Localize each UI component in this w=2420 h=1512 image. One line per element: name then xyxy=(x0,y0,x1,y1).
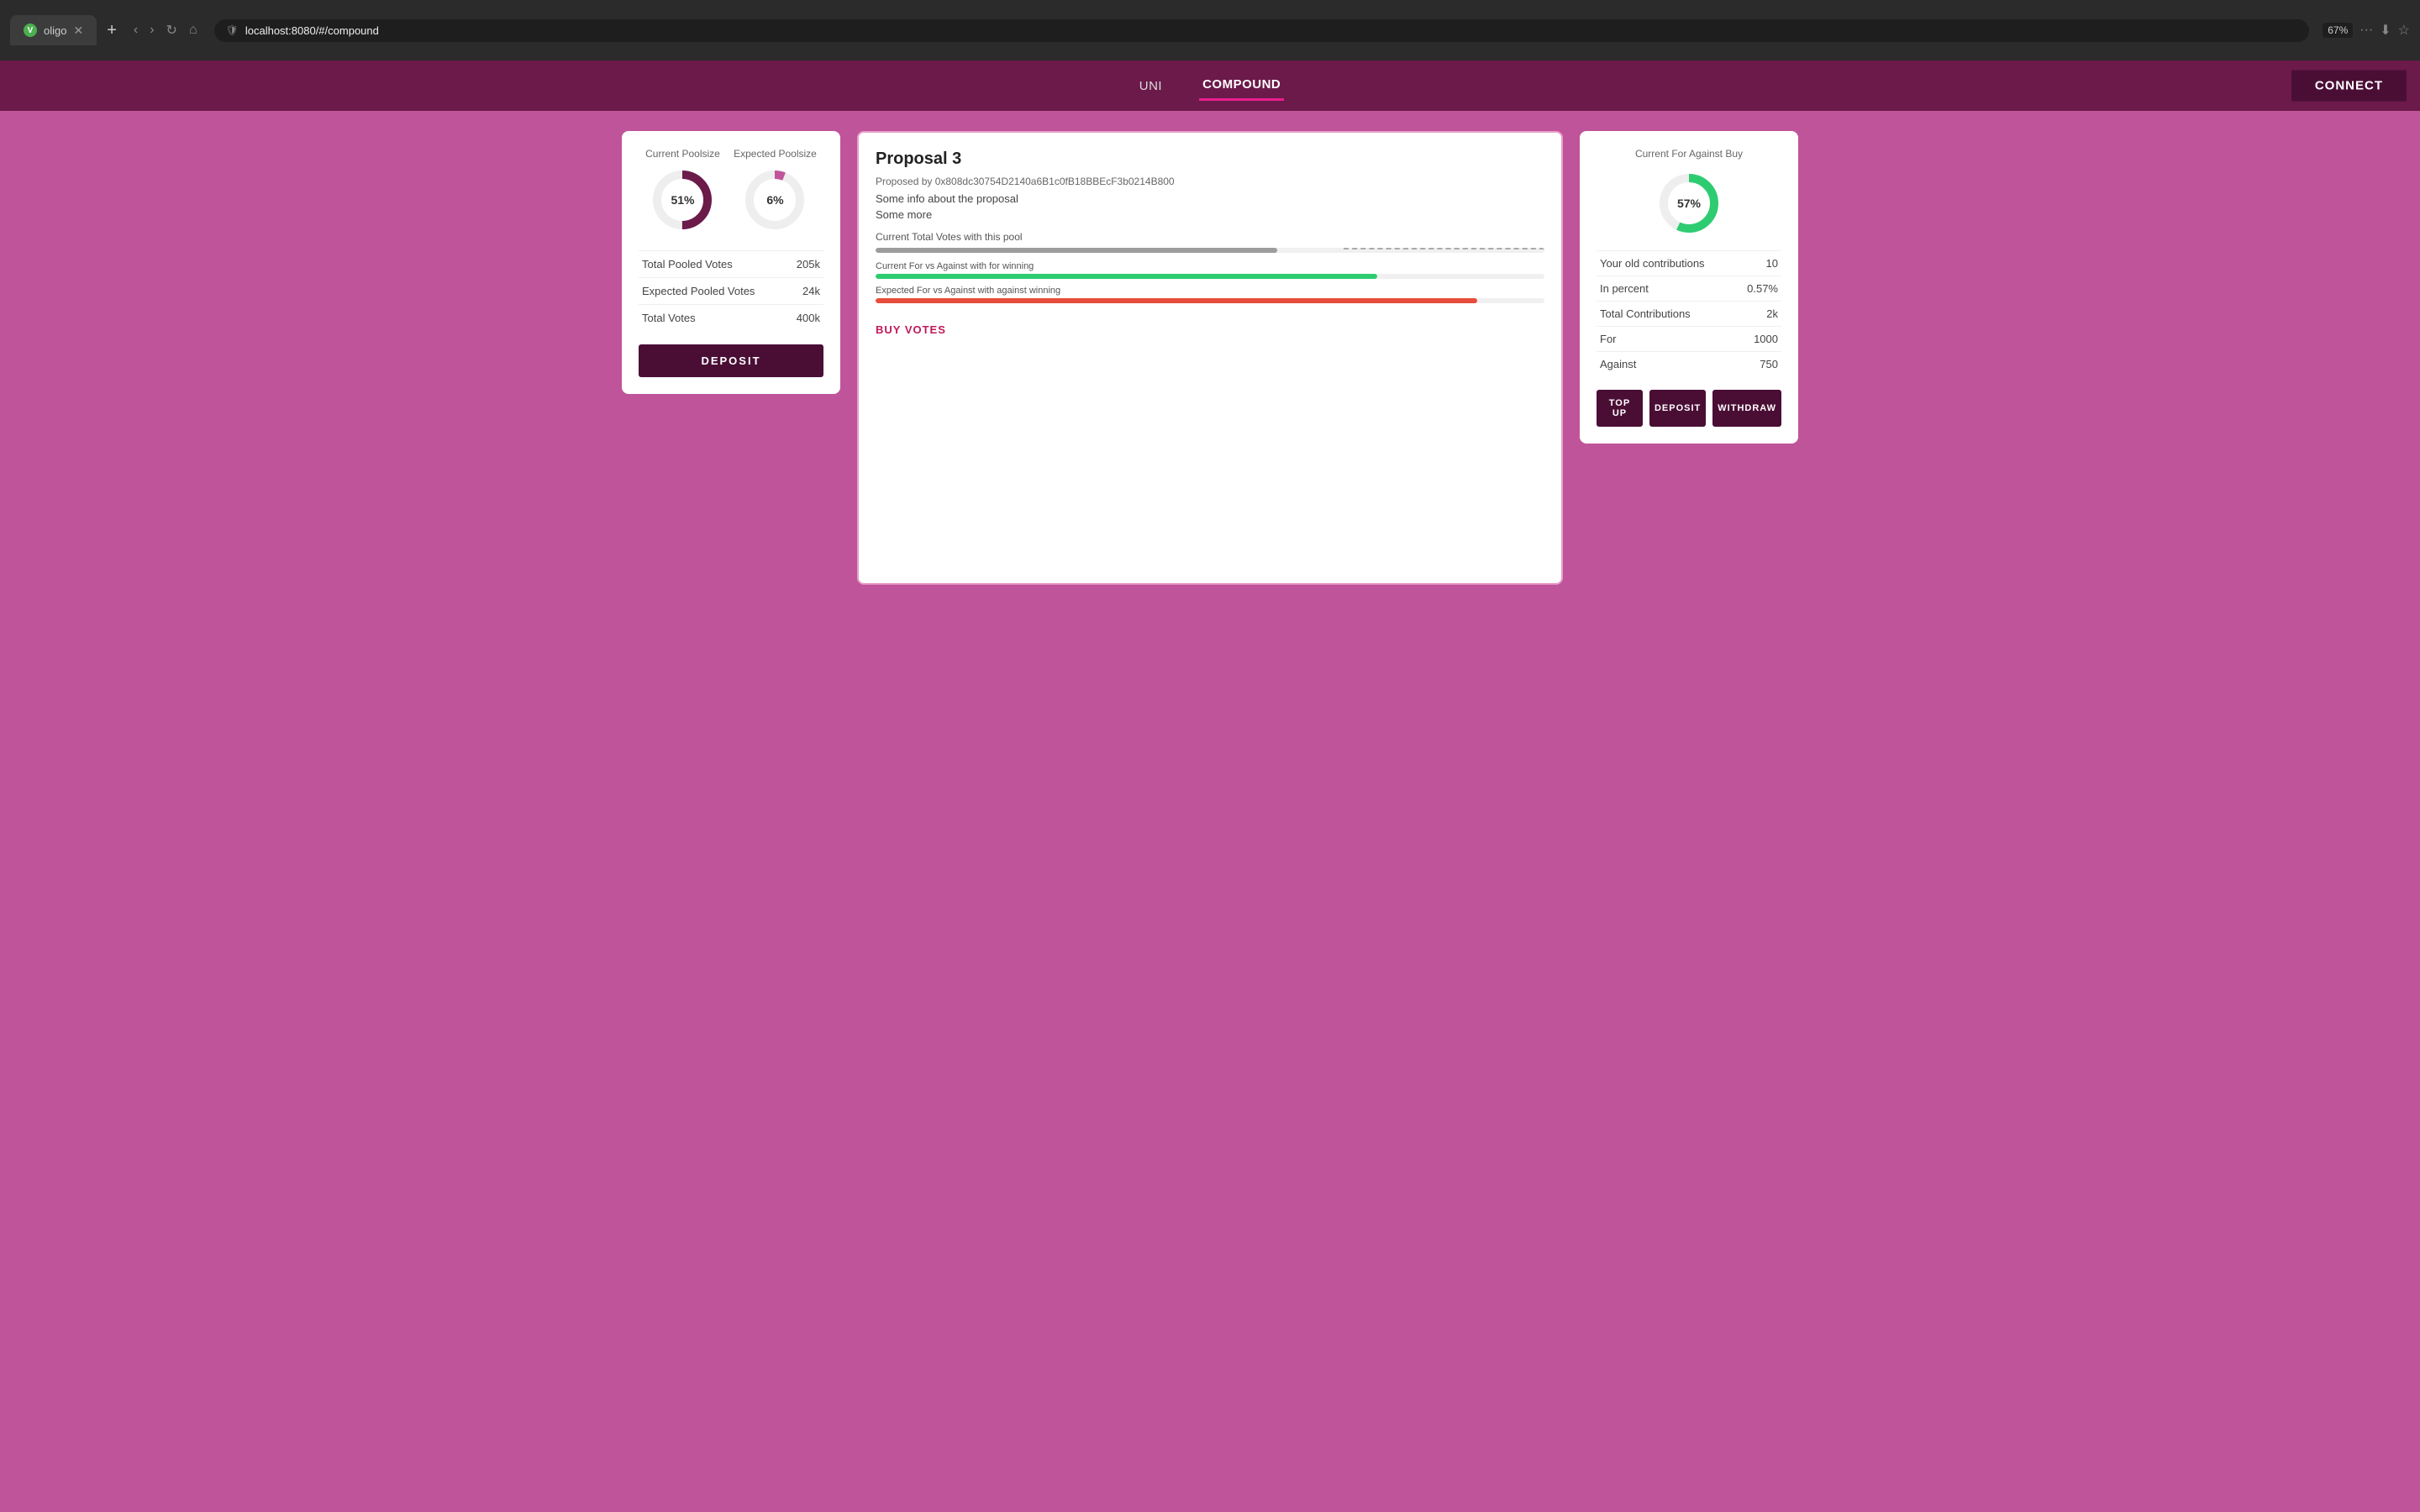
table-row: Total Votes 400k xyxy=(639,305,823,332)
table-row: Total Pooled Votes 205k xyxy=(639,251,823,278)
forward-button[interactable]: › xyxy=(146,19,157,41)
right-donut-chart: 57% xyxy=(1655,170,1723,237)
stat-label: Total Votes xyxy=(639,305,786,332)
proposal-address: Proposed by 0x808dc30754D2140a6B1c0fB18B… xyxy=(876,176,1544,187)
left-stats-table: Total Pooled Votes 205k Expected Pooled … xyxy=(639,250,823,331)
stat-value: 205k xyxy=(786,251,823,278)
pocket-icon[interactable]: ⬇ xyxy=(2380,22,2391,39)
browser-tools: 67% ··· ⬇ ☆ xyxy=(2323,22,2410,39)
stat-label: Against xyxy=(1597,352,1734,377)
right-deposit-button[interactable]: DEPOSIT xyxy=(1649,390,1706,427)
donut2-value: 6% xyxy=(766,193,783,207)
table-row: Against 750 xyxy=(1597,352,1781,377)
nav-links: UNI COMPOUND xyxy=(1136,71,1285,101)
table-row: For 1000 xyxy=(1597,327,1781,352)
back-button[interactable]: ‹ xyxy=(130,19,141,41)
zoom-level: 67% xyxy=(2323,23,2353,38)
action-buttons: TOP UP DEPOSIT WITHDRAW xyxy=(1597,390,1781,427)
app-navigation: UNI COMPOUND CONNECT xyxy=(0,60,2420,111)
main-content: Current Poolsize 51% Expected Poolsize xyxy=(605,111,1815,605)
stat-value: 24k xyxy=(786,278,823,305)
right-donut-container: 57% xyxy=(1597,170,1781,237)
against-winning-fill xyxy=(876,298,1477,303)
for-winning-track xyxy=(876,274,1544,279)
connect-button[interactable]: CONNECT xyxy=(2291,71,2407,102)
table-row: Your old contributions 10 xyxy=(1597,251,1781,276)
for-vs-against-section: Current For vs Against with for winning xyxy=(876,261,1544,279)
more-button[interactable]: ··· xyxy=(2360,23,2373,38)
nav-link-compound[interactable]: COMPOUND xyxy=(1199,71,1284,101)
proposal-title: Proposal 3 xyxy=(876,150,1544,169)
for-winning-fill xyxy=(876,274,1377,279)
total-votes-track xyxy=(876,248,1544,253)
right-stats-table: Your old contributions 10 In percent 0.5… xyxy=(1597,250,1781,376)
home-button[interactable]: ⌂ xyxy=(186,19,201,41)
middle-card: Proposal 3 Proposed by 0x808dc30754D2140… xyxy=(857,131,1563,585)
browser-chrome: V oligo ✕ + ‹ › ↻ ⌂ 🛡 localhost:8080/#/c… xyxy=(0,0,2420,60)
nav-link-uni[interactable]: UNI xyxy=(1136,72,1165,100)
stat-value: 10 xyxy=(1734,251,1781,276)
bar2-label: Expected For vs Against with against win… xyxy=(876,286,1544,296)
new-tab-button[interactable]: + xyxy=(107,21,117,40)
table-row: Total Contributions 2k xyxy=(1597,302,1781,327)
stat-value: 750 xyxy=(1734,352,1781,377)
donut2-label: Expected Poolsize xyxy=(734,148,817,160)
refresh-button[interactable]: ↻ xyxy=(163,18,181,42)
bar1-label: Current For vs Against with for winning xyxy=(876,261,1544,271)
deposit-button[interactable]: DEPOSIT xyxy=(639,344,823,377)
stat-label: In percent xyxy=(1597,276,1734,302)
tab-title: oligo xyxy=(44,24,66,37)
buy-votes-link[interactable]: BUY VOTES xyxy=(876,323,946,336)
browser-tab[interactable]: V oligo ✕ xyxy=(10,15,97,45)
expected-for-against-section: Expected For vs Against with against win… xyxy=(876,286,1544,303)
against-winning-track xyxy=(876,298,1544,303)
stat-label: For xyxy=(1597,327,1734,352)
current-poolsize-donut: Current Poolsize 51% xyxy=(645,148,720,234)
total-votes-bar-section xyxy=(876,248,1544,253)
donut1-chart: 51% xyxy=(649,166,716,234)
expected-poolsize-donut: Expected Poolsize 6% xyxy=(734,148,817,234)
url-display: localhost:8080/#/compound xyxy=(245,24,379,37)
tab-favicon: V xyxy=(24,24,37,37)
stat-label: Total Pooled Votes xyxy=(639,251,786,278)
address-bar[interactable]: 🛡 localhost:8080/#/compound xyxy=(214,19,2310,42)
stat-value: 2k xyxy=(1734,302,1781,327)
bookmark-icon[interactable]: ☆ xyxy=(2398,22,2410,39)
proposal-desc1: Some info about the proposal xyxy=(876,192,1544,205)
right-card: Current For Against Buy 57% Your old con… xyxy=(1580,131,1798,444)
stat-value: 400k xyxy=(786,305,823,332)
right-donut-value: 57% xyxy=(1677,197,1701,210)
top-up-button[interactable]: TOP UP xyxy=(1597,390,1643,427)
donut-row: Current Poolsize 51% Expected Poolsize xyxy=(639,148,823,234)
donut1-value: 51% xyxy=(671,193,694,207)
stat-value: 0.57% xyxy=(1734,276,1781,302)
stat-label: Your old contributions xyxy=(1597,251,1734,276)
right-card-title: Current For Against Buy xyxy=(1597,148,1781,160)
total-votes-label: Current Total Votes with this pool xyxy=(876,231,1544,243)
proposal-desc2: Some more xyxy=(876,208,1544,221)
withdraw-button[interactable]: WITHDRAW xyxy=(1712,390,1781,427)
table-row: Expected Pooled Votes 24k xyxy=(639,278,823,305)
donut2-chart: 6% xyxy=(741,166,808,234)
total-votes-fill xyxy=(876,248,1277,253)
table-row: In percent 0.57% xyxy=(1597,276,1781,302)
browser-navigation: ‹ › ↻ ⌂ xyxy=(130,18,201,42)
donut1-label: Current Poolsize xyxy=(645,148,720,160)
security-icon: 🛡 xyxy=(226,24,239,36)
stat-label: Total Contributions xyxy=(1597,302,1734,327)
stat-label: Expected Pooled Votes xyxy=(639,278,786,305)
total-votes-dotted xyxy=(1344,248,1544,253)
left-card: Current Poolsize 51% Expected Poolsize xyxy=(622,131,840,394)
tab-close-button[interactable]: ✕ xyxy=(73,24,83,38)
stat-value: 1000 xyxy=(1734,327,1781,352)
